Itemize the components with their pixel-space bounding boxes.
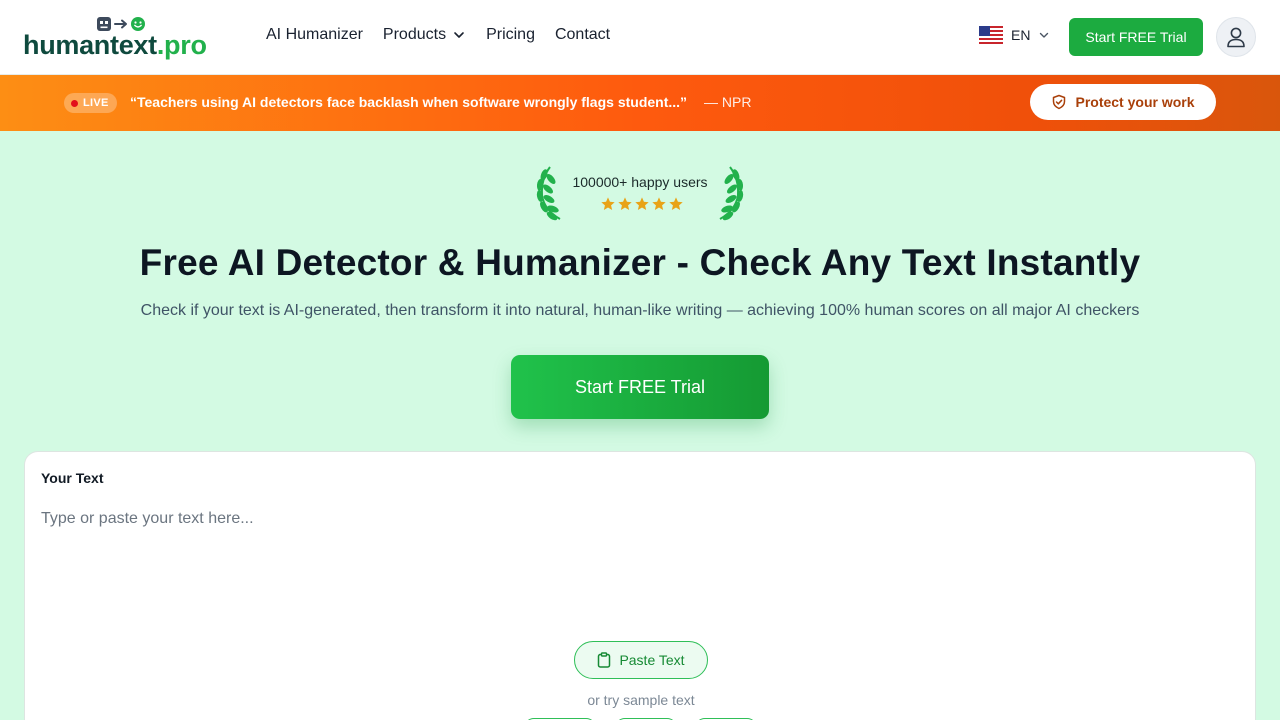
happy-users-badge: 100000+ happy users (536, 165, 744, 221)
protect-work-label: Protect your work (1075, 94, 1195, 110)
live-badge: LIVE (64, 93, 117, 113)
user-icon (1227, 27, 1245, 48)
nav-contact-label: Contact (554, 26, 611, 43)
text-editor-panel: Your Text Paste Text or try sample text (24, 451, 1256, 720)
site-logo[interactable]: humantext.pro (23, 14, 223, 64)
logo-wordmark: humantext.pro (23, 30, 207, 61)
page-subtitle: Check if your text is AI-generated, then… (140, 302, 1140, 319)
language-code: EN (1011, 27, 1031, 43)
nav-ai-humanizer-label: AI Humanizer (266, 26, 363, 43)
star-icon (635, 197, 649, 210)
star-icon (652, 197, 666, 210)
nav-contact[interactable]: Contact (555, 26, 610, 44)
nav-pricing-label: Pricing (486, 26, 535, 43)
happy-users-text: 100000+ happy users (572, 174, 708, 190)
chevron-down-icon (1040, 32, 1049, 38)
logo-part-pro: .pro (156, 30, 207, 60)
nav-ai-humanizer[interactable]: AI Humanizer (266, 26, 363, 44)
live-dot (71, 99, 78, 107)
logo-part-human: human (23, 30, 111, 60)
star-icon (601, 197, 615, 210)
sample-text-prompt: or try sample text (587, 692, 695, 708)
language-selector[interactable]: EN (979, 26, 1050, 44)
site-header: humantext.pro AI Humanizer Products Pric… (0, 0, 1280, 75)
logo-part-text: text (110, 30, 157, 60)
paste-text-button[interactable]: Paste Text (574, 641, 708, 679)
account-button[interactable] (1216, 17, 1256, 57)
news-banner: LIVE “Teachers using AI detectors face b… (0, 75, 1280, 131)
star-icon (618, 197, 632, 210)
hero-start-trial-button[interactable]: Start FREE Trial (511, 355, 769, 419)
star-rating (600, 196, 684, 212)
editor-label: Your Text (41, 470, 104, 486)
clipboard-icon (598, 652, 611, 668)
header-start-trial-button[interactable]: Start FREE Trial (1069, 18, 1203, 56)
us-flag-icon (979, 26, 1003, 44)
shield-check-icon (1053, 94, 1066, 110)
nav-products[interactable]: Products (383, 26, 466, 44)
star-icon (669, 197, 683, 210)
arrow-right-icon (114, 19, 127, 29)
banner-quote[interactable]: “Teachers using AI detectors face backla… (130, 94, 687, 110)
page-title: Free AI Detector & Humanizer - Check Any… (139, 242, 1141, 283)
banner-source: — NPR (704, 94, 752, 110)
text-input[interactable] (41, 510, 1237, 630)
protect-work-button[interactable]: Protect your work (1030, 84, 1216, 120)
nav-pricing[interactable]: Pricing (486, 26, 535, 44)
chevron-down-icon (454, 32, 464, 38)
live-label: LIVE (83, 97, 109, 109)
paste-text-label: Paste Text (619, 652, 685, 668)
main-nav: AI Humanizer Products Pricing Contact (266, 26, 630, 44)
nav-products-label: Products (382, 26, 447, 43)
